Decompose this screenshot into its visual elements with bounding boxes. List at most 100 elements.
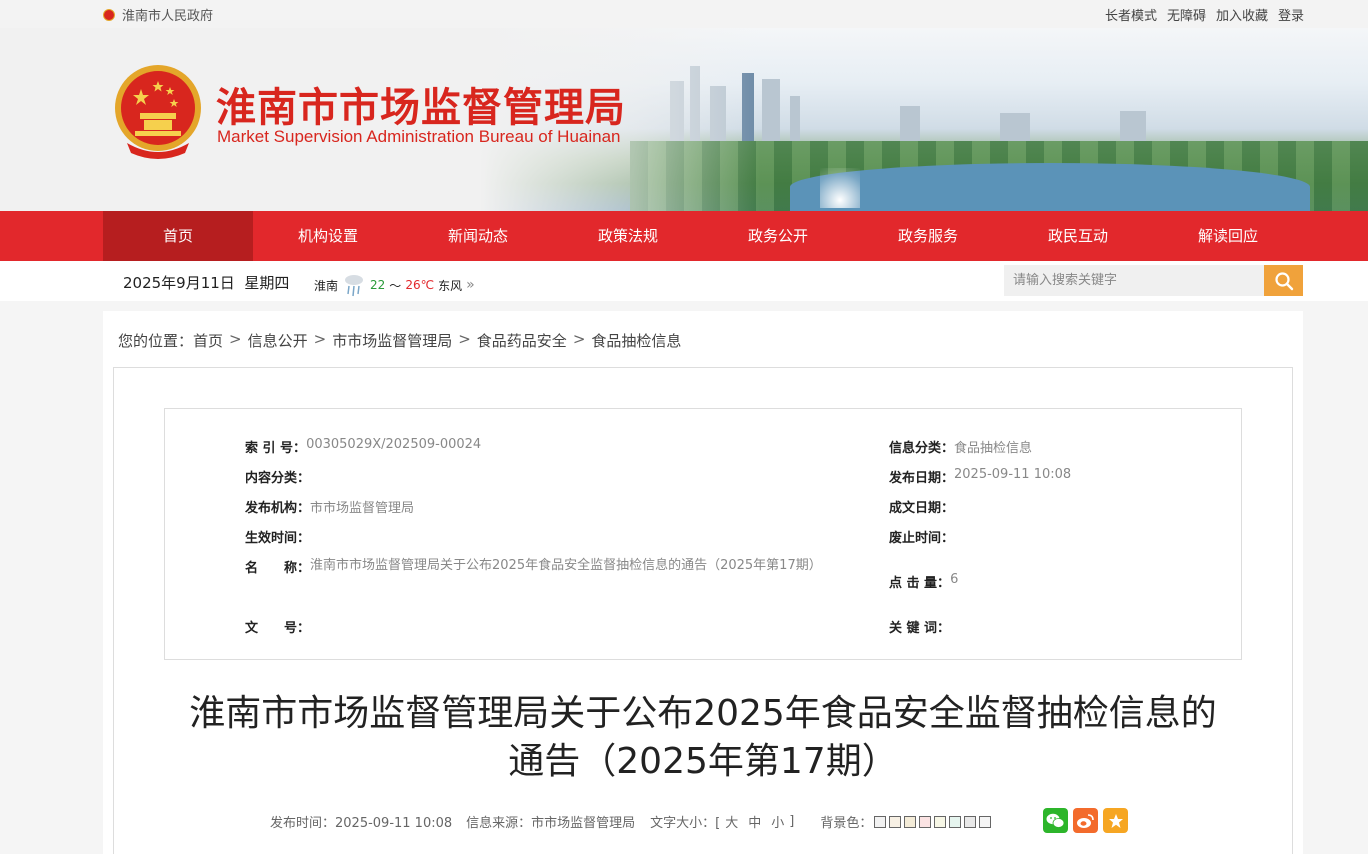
breadcrumb-home[interactable]: 首页 bbox=[193, 330, 223, 351]
search-input[interactable] bbox=[1004, 265, 1264, 296]
bg-swatch[interactable] bbox=[904, 815, 917, 828]
temp-separator: ～ bbox=[389, 278, 402, 293]
nav-item-home[interactable]: 首页 bbox=[103, 211, 253, 261]
search-button[interactable] bbox=[1264, 265, 1303, 296]
wind-direction: 东风 bbox=[438, 278, 463, 293]
nav-item-organization[interactable]: 机构设置 bbox=[253, 211, 403, 261]
bg-swatch[interactable] bbox=[964, 815, 977, 828]
meta-value: 2025-09-11 10:08 bbox=[954, 467, 1072, 482]
national-emblem-icon bbox=[103, 8, 115, 21]
font-size-medium-button[interactable]: 中 bbox=[748, 812, 761, 831]
breadcrumb-info-disclosure[interactable]: 信息公开 bbox=[248, 330, 308, 351]
gov-portal-link[interactable]: 淮南市人民政府 bbox=[103, 5, 213, 24]
bg-swatch[interactable] bbox=[934, 815, 947, 828]
nav-item-policies[interactable]: 政策法规 bbox=[553, 211, 703, 261]
current-date: 2025年9月11日 星期四 bbox=[123, 272, 289, 293]
nav-item-gov-services[interactable]: 政务服务 bbox=[853, 211, 1003, 261]
weibo-icon bbox=[1077, 813, 1094, 828]
share-wechat-button[interactable] bbox=[1043, 808, 1068, 833]
add-favorite-link[interactable]: 加入收藏 bbox=[1216, 5, 1268, 24]
share-favorite-button[interactable] bbox=[1103, 808, 1128, 833]
meta-label: 成文日期： bbox=[889, 501, 955, 516]
meta-publisher: 发布机构： 市市场监督管理局 bbox=[245, 497, 414, 516]
wechat-icon bbox=[1046, 813, 1065, 828]
bg-swatch[interactable] bbox=[979, 815, 992, 828]
bg-swatch[interactable] bbox=[874, 815, 887, 828]
meta-clicks: 点 击 量： 6 bbox=[889, 572, 958, 591]
font-size-label: 文字大小：[ bbox=[650, 816, 721, 831]
meta-value: 6 bbox=[950, 572, 959, 587]
meta-label: 内容分类： bbox=[245, 471, 311, 486]
star-icon bbox=[1108, 813, 1123, 828]
meta-keywords: 关 键 词： bbox=[889, 617, 950, 636]
meta-doc-no: 文 号： bbox=[245, 617, 310, 636]
meta-label: 文 号： bbox=[245, 621, 311, 636]
weekday-text: 星期四 bbox=[244, 274, 290, 292]
top-bar: 淮南市人民政府 长者模式 无障碍 加入收藏 登录 bbox=[0, 0, 1368, 28]
elder-mode-link[interactable]: 长者模式 bbox=[1105, 5, 1157, 24]
weather-city: 淮南 bbox=[314, 278, 339, 293]
meta-label: 名 称： bbox=[245, 560, 311, 576]
top-links: 长者模式 无障碍 加入收藏 登录 bbox=[1105, 5, 1304, 24]
meta-repeal-time: 废止时间： bbox=[889, 527, 954, 546]
nav-item-interaction[interactable]: 政民互动 bbox=[1003, 211, 1153, 261]
breadcrumb-separator: > bbox=[313, 330, 327, 348]
breadcrumb-food-drug-safety[interactable]: 食品药品安全 bbox=[477, 330, 567, 351]
meta-label: 索 引 号： bbox=[245, 441, 307, 456]
search-icon bbox=[1274, 271, 1293, 290]
meta-created-date: 成文日期： bbox=[889, 497, 954, 516]
gov-portal-label: 淮南市人民政府 bbox=[122, 9, 214, 24]
breadcrumb-separator: > bbox=[572, 330, 586, 348]
site-title: 淮南市市场监督管理局 bbox=[216, 85, 626, 131]
breadcrumb-bureau[interactable]: 市市场监督管理局 bbox=[332, 330, 452, 351]
meta-value: 食品抽检信息 bbox=[954, 441, 1033, 456]
date-text: 2025年9月11日 bbox=[123, 274, 235, 292]
article-title: 淮南市市场监督管理局关于公布2025年食品安全监督抽检信息的 通告（2025年第… bbox=[160, 690, 1246, 786]
breadcrumb-separator: > bbox=[229, 330, 242, 348]
header-banner: 淮南市市场监督管理局 Market Supervision Administra… bbox=[0, 28, 1368, 211]
meta-label: 信息分类： bbox=[889, 441, 955, 456]
article-title-line: 通告（2025年第17期） bbox=[508, 741, 898, 782]
meta-label: 发布日期： bbox=[889, 471, 955, 486]
temp-high: 26℃ bbox=[405, 278, 435, 292]
temp-low: 22 bbox=[370, 278, 386, 292]
nav-item-news[interactable]: 新闻动态 bbox=[403, 211, 553, 261]
bg-swatch[interactable] bbox=[919, 815, 932, 828]
publish-time: 发布时间：2025-09-11 10:08 bbox=[270, 816, 453, 831]
bg-swatch[interactable] bbox=[949, 815, 962, 828]
meta-category: 信息分类： 食品抽检信息 bbox=[889, 437, 1032, 456]
rain-cloud-icon bbox=[342, 272, 366, 298]
breadcrumb: 您的位置： 首页 > 信息公开 > 市市场监督管理局 > 食品药品安全 > 食品… bbox=[118, 330, 681, 351]
bg-color-swatches bbox=[874, 815, 992, 828]
metadata-table: 索 引 号： 00305029X/202509-00024 信息分类： 食品抽检信息… bbox=[164, 408, 1242, 660]
article-toolbar: 发布时间：2025-09-11 10:08 信息来源：市市场监督管理局 文字大小… bbox=[270, 812, 992, 831]
meta-value: 淮南市市场监督管理局关于公布2025年食品安全监督抽检信息的通告（2025年第1… bbox=[310, 558, 822, 573]
meta-publish-date: 发布日期： 2025-09-11 10:08 bbox=[889, 467, 1071, 486]
national-emblem-logo bbox=[115, 65, 201, 159]
share-weibo-button[interactable] bbox=[1073, 808, 1098, 833]
article-title-line: 淮南市市场监督管理局关于公布2025年食品安全监督抽检信息的 bbox=[189, 693, 1217, 734]
meta-name: 名 称： 淮南市市场监督管理局关于公布2025年食品安全监督抽检信息的通告（202… bbox=[245, 555, 822, 577]
breadcrumb-food-inspection[interactable]: 食品抽检信息 bbox=[591, 330, 681, 351]
info-source: 信息来源：市市场监督管理局 bbox=[466, 816, 636, 831]
login-link[interactable]: 登录 bbox=[1278, 5, 1304, 24]
breadcrumb-separator: > bbox=[458, 330, 471, 348]
accessibility-link[interactable]: 无障碍 bbox=[1167, 5, 1206, 24]
meta-label: 点 击 量： bbox=[889, 576, 951, 591]
meta-label: 发布机构： bbox=[245, 501, 311, 516]
weather-more-icon[interactable]: » bbox=[466, 277, 475, 293]
meta-label: 废止时间： bbox=[889, 531, 955, 546]
meta-effective-time: 生效时间： bbox=[245, 527, 310, 546]
bg-color-label: 背景色： bbox=[820, 816, 873, 831]
meta-content-category: 内容分类： bbox=[245, 467, 310, 486]
meta-value: 市市场监督管理局 bbox=[310, 501, 415, 516]
weather-widget[interactable]: 淮南 22 ～ 26℃ 东风 » bbox=[314, 272, 475, 298]
nav-item-interpretation[interactable]: 解读回应 bbox=[1153, 211, 1303, 261]
font-size-close: ] bbox=[789, 814, 795, 829]
font-size-large-button[interactable]: 大 bbox=[725, 812, 738, 831]
main-nav: 首页 机构设置 新闻动态 政策法规 政务公开 政务服务 政民互动 解读回应 bbox=[0, 211, 1368, 261]
bg-swatch[interactable] bbox=[889, 815, 902, 828]
meta-index-no: 索 引 号： 00305029X/202509-00024 bbox=[245, 437, 481, 456]
nav-item-gov-disclosure[interactable]: 政务公开 bbox=[703, 211, 853, 261]
font-size-small-button[interactable]: 小 bbox=[771, 812, 784, 831]
